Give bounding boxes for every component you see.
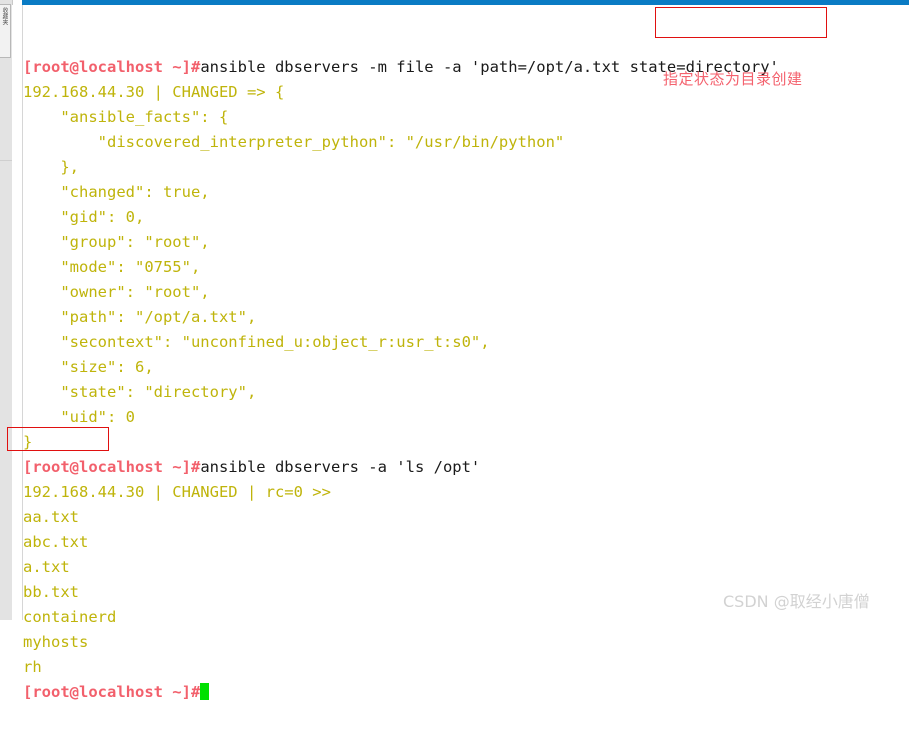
terminal-line: "mode": "0755", (23, 255, 909, 280)
shell-prompt: [root@localhost ~]# (23, 683, 201, 701)
command-output-text: "uid": 0 (23, 408, 135, 426)
terminal-line: abc.txt (23, 530, 909, 555)
terminal-line: "ansible_facts": { (23, 105, 909, 130)
command-output-text: bb.txt (23, 583, 79, 601)
terminal-line: "state": "directory", (23, 380, 909, 405)
terminal-line: "size": 6, (23, 355, 909, 380)
command-output-text: "changed": true, (23, 183, 210, 201)
terminal-line: "group": "root", (23, 230, 909, 255)
command-output-text: rh (23, 658, 42, 676)
command-output-text: a.txt (23, 558, 70, 576)
command-output-text: "gid": 0, (23, 208, 145, 226)
terminal-line: "secontext": "unconfined_u:object_r:usr_… (23, 330, 909, 355)
terminal-line: rh (23, 655, 909, 680)
terminal-output-area[interactable]: [root@localhost ~]#ansible dbservers -m … (23, 5, 909, 701)
favorites-tab-label: 收藏夹 (1, 7, 8, 25)
csdn-watermark: CSDN @取经小唐僧 (723, 592, 870, 611)
terminal-line: } (23, 430, 909, 455)
annotation-state-directory: 指定状态为目录创建 (663, 70, 803, 88)
command-output-text: "path": "/opt/a.txt", (23, 308, 257, 326)
terminal-line: }, (23, 155, 909, 180)
command-output-text: }, (23, 158, 79, 176)
command-output-text: myhosts (23, 633, 89, 651)
shell-command: ansible dbservers -a 'ls /opt' (200, 458, 481, 476)
terminal-line: "path": "/opt/a.txt", (23, 305, 909, 330)
terminal-line: a.txt (23, 555, 909, 580)
command-output-text: } (23, 433, 33, 451)
command-output-text: "discovered_interpreter_python": "/usr/b… (23, 133, 565, 151)
command-output-text: "owner": "root", (23, 283, 210, 301)
terminal-left-gutter (12, 5, 23, 620)
terminal-line: myhosts (23, 630, 909, 655)
terminal-line: [root@localhost ~]# (23, 680, 909, 705)
terminal-line: "owner": "root", (23, 280, 909, 305)
command-output-text: 192.168.44.30 | CHANGED | rc=0 >> (23, 483, 331, 501)
rail-divider (0, 160, 12, 161)
command-output-text: "ansible_facts": { (23, 108, 229, 126)
terminal-line: "gid": 0, (23, 205, 909, 230)
favorites-tab[interactable]: 收藏夹 (0, 4, 11, 58)
shell-prompt: [root@localhost ~]# (23, 58, 201, 76)
text-cursor (200, 683, 210, 700)
command-output-text: abc.txt (23, 533, 89, 551)
command-output-text: "mode": "0755", (23, 258, 201, 276)
terminal-line: "discovered_interpreter_python": "/usr/b… (23, 130, 909, 155)
command-output-text: "secontext": "unconfined_u:object_r:usr_… (23, 333, 490, 351)
command-output-text: "state": "directory", (23, 383, 257, 401)
terminal-line: 192.168.44.30 | CHANGED | rc=0 >> (23, 480, 909, 505)
command-output-text: "size": 6, (23, 358, 154, 376)
command-output-text: aa.txt (23, 508, 79, 526)
terminal-window: 收藏夹 [root@localhost ~]#ansible dbservers… (0, 0, 909, 701)
command-output-text: 192.168.44.30 | CHANGED => { (23, 83, 285, 101)
terminal-line: "uid": 0 (23, 405, 909, 430)
terminal-line: "changed": true, (23, 180, 909, 205)
terminal-line: [root@localhost ~]#ansible dbservers -a … (23, 455, 909, 480)
terminal-line: aa.txt (23, 505, 909, 530)
shell-prompt: [root@localhost ~]# (23, 458, 201, 476)
command-output-text: containerd (23, 608, 117, 626)
command-output-text: "group": "root", (23, 233, 210, 251)
